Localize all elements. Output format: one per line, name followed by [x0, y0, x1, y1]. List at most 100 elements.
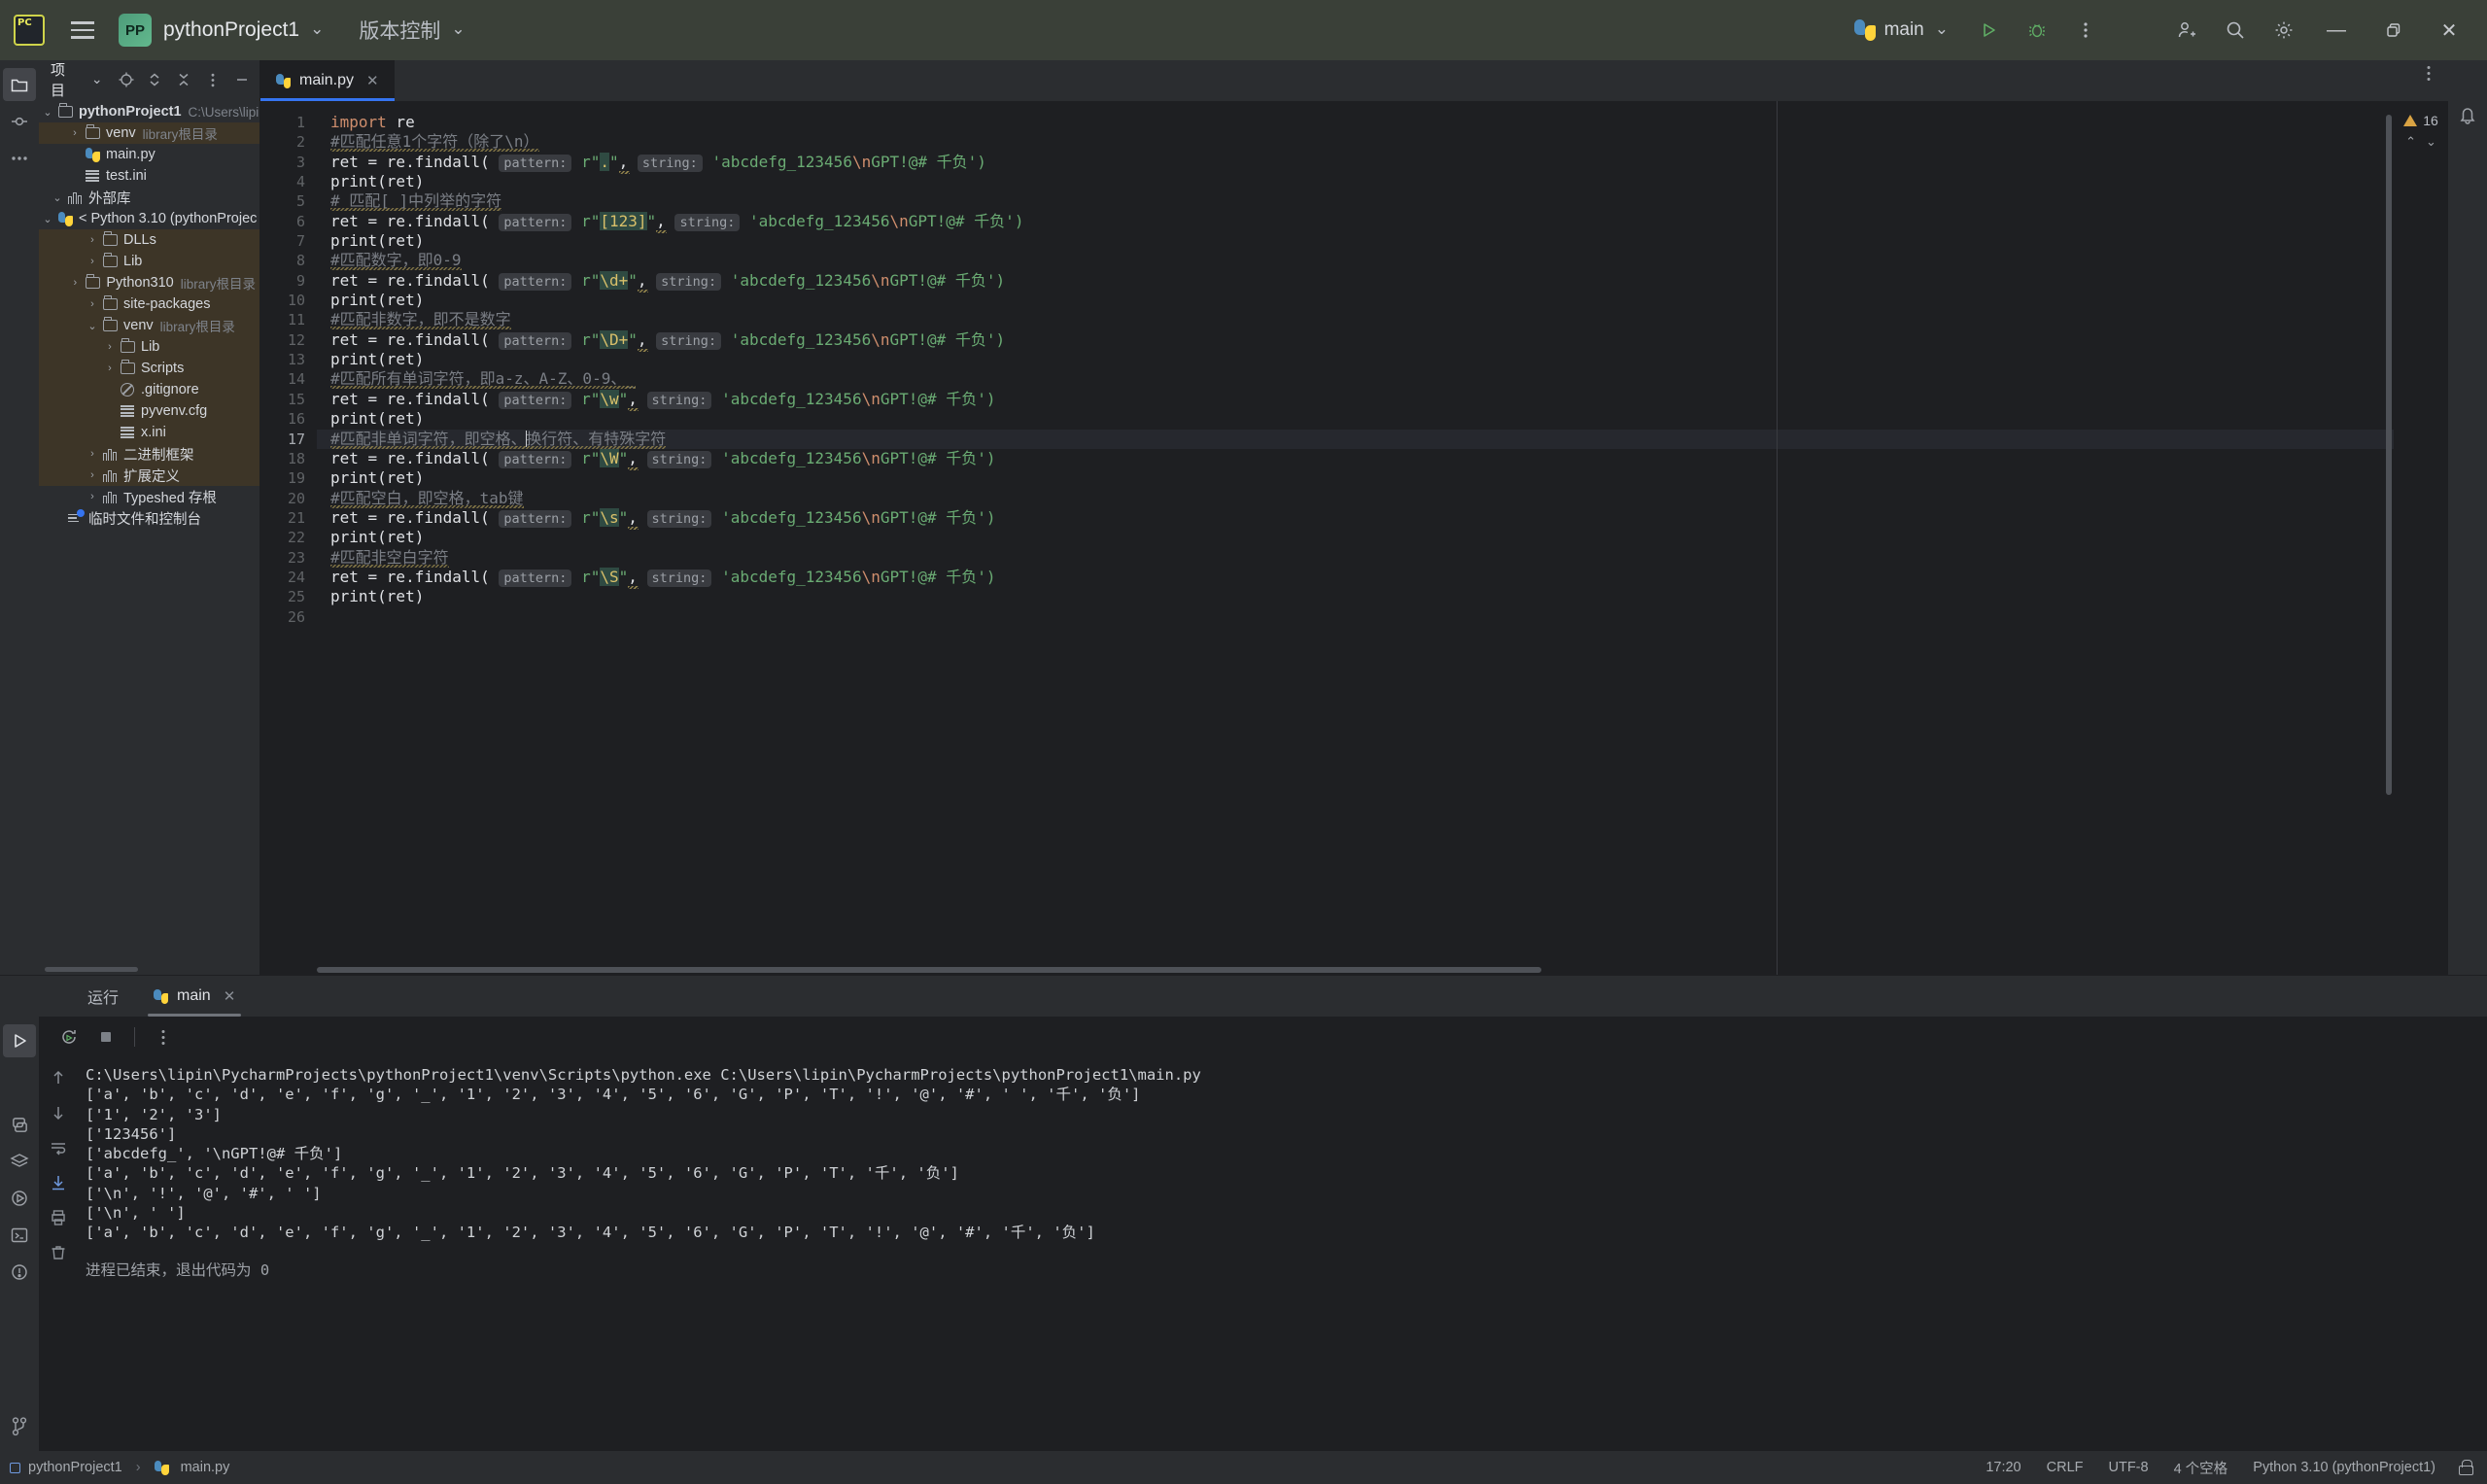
code-line-1[interactable]: import re [317, 113, 2448, 132]
terminal-icon[interactable] [3, 1219, 36, 1252]
chevron-right-icon[interactable]: › [101, 341, 119, 353]
code-line-19[interactable]: print(ret) [317, 468, 2448, 488]
tree-item-[interactable]: › 扩展定义 [39, 465, 259, 486]
code-line-9[interactable]: ret = re.findall( pattern: r"\d+", strin… [317, 270, 2448, 291]
print-icon[interactable] [46, 1205, 71, 1230]
version-control-icon[interactable] [3, 1410, 36, 1443]
hide-panel-icon[interactable] [230, 68, 254, 91]
maximize-button[interactable] [2365, 0, 2421, 60]
clear-all-icon[interactable] [46, 1240, 71, 1265]
code-content[interactable]: import re #匹配任意1个字符（除了\n） ret = re.findall… [317, 101, 2448, 975]
chevron-down-icon[interactable]: ⌄ [39, 213, 56, 225]
run-button[interactable] [1964, 8, 2013, 52]
chevron-right-icon[interactable]: › [84, 448, 101, 460]
chevron-down-icon[interactable]: ⌄ [84, 320, 101, 332]
breadcrumb-file[interactable]: main.py [181, 1460, 230, 1475]
tree-item-typeshed[interactable]: › Typeshed 存根 [39, 486, 259, 507]
tree-item-.gitignore[interactable]: .gitignore [39, 379, 259, 400]
scroll-to-end-icon[interactable] [46, 1170, 71, 1195]
chevron-right-icon[interactable]: › [84, 491, 101, 502]
inspection-widget[interactable]: 16 ⌃ ⌄ [2394, 101, 2448, 975]
arrow-up-icon[interactable] [46, 1065, 71, 1090]
console-output[interactable]: C:\Users\lipin\PycharmProjects\pythonPro… [78, 1057, 2487, 1451]
search-icon[interactable] [2211, 8, 2260, 52]
previous-problem-icon[interactable]: ⌃ [2405, 134, 2416, 150]
arrow-down-icon[interactable] [46, 1100, 71, 1125]
next-problem-icon[interactable]: ⌄ [2426, 134, 2436, 150]
indent-setting[interactable]: 4 个空格 [2161, 1458, 2241, 1478]
chevron-right-icon[interactable]: › [101, 362, 119, 374]
close-icon[interactable]: ✕ [224, 987, 236, 1005]
collapse-all-icon[interactable] [172, 68, 195, 91]
tree-item-[interactable]: ⌄ 外部库 [39, 187, 259, 208]
code-line-10[interactable]: print(ret) [317, 291, 2448, 310]
chevron-down-icon[interactable]: ⌄ [49, 191, 66, 204]
code-line-15[interactable]: ret = re.findall( pattern: r"\w", string… [317, 389, 2448, 409]
code-line-12[interactable]: ret = re.findall( pattern: r"\D+", strin… [317, 329, 2448, 350]
tree-item-main.py[interactable]: main.py [39, 144, 259, 165]
python-console-icon[interactable] [3, 1108, 36, 1141]
minimize-button[interactable]: — [2308, 0, 2365, 60]
chevron-right-icon[interactable]: › [84, 256, 101, 267]
close-button[interactable]: ✕ [2421, 0, 2477, 60]
tree-item-dlls[interactable]: › DLLs [39, 229, 259, 251]
code-line-16[interactable]: print(ret) [317, 409, 2448, 429]
code-line-25[interactable]: print(ret) [317, 587, 2448, 606]
sidebar-item-project[interactable] [3, 68, 36, 101]
code-line-2[interactable]: #匹配任意1个字符（除了\n） [317, 132, 2448, 152]
chevron-down-icon[interactable]: ⌄ [91, 71, 103, 87]
tree-item-python310[interactable]: › Python310 library根目录 [39, 272, 259, 293]
stop-icon[interactable] [89, 1022, 122, 1052]
tree-item-site-packages[interactable]: › site-packages [39, 293, 259, 315]
inspection-summary[interactable]: 16 [2403, 101, 2438, 128]
editor-vertical-scrollbar[interactable] [2386, 115, 2392, 795]
tab-main-py[interactable]: main.py ✕ [260, 60, 395, 101]
code-line-4[interactable]: print(ret) [317, 172, 2448, 191]
project-tree[interactable]: ⌄ pythonProject1 C:\Users\lipin › venv librar… [39, 99, 259, 965]
code-line-23[interactable]: #匹配非空白字符 [317, 548, 2448, 568]
editor-more-icon[interactable] [2427, 65, 2448, 96]
editor-area[interactable]: 1 2 3 4 5 6 7 8 9 10 11 12 13 14 15 16 17 18 19 20 21 22 23 24 2… [260, 101, 2448, 975]
close-icon[interactable]: ✕ [363, 72, 383, 89]
options-icon[interactable] [201, 68, 225, 91]
code-line-8[interactable]: #匹配数字，即0-9 [317, 251, 2448, 270]
select-opened-file-icon[interactable] [115, 68, 138, 91]
code-line-5[interactable]: # 匹配[ ]中列举的字符 [317, 191, 2448, 211]
tree-item-lib[interactable]: › Lib [39, 336, 259, 358]
chevron-right-icon[interactable]: › [84, 234, 101, 246]
chevron-right-icon[interactable]: › [84, 298, 101, 310]
run-configuration-selector[interactable]: main ⌄ [1853, 19, 1949, 41]
breadcrumb-project[interactable]: pythonProject1 [28, 1460, 122, 1475]
code-line-21[interactable]: ret = re.findall( pattern: r"\s", string… [317, 507, 2448, 528]
more-actions-icon[interactable] [147, 1022, 180, 1052]
tree-item-venv[interactable]: › venv library根目录 [39, 122, 259, 144]
code-line-7[interactable]: print(ret) [317, 231, 2448, 251]
run-tool-window-icon[interactable] [3, 1024, 36, 1057]
code-line-26[interactable] [317, 607, 2448, 627]
debug-button[interactable] [2013, 8, 2061, 52]
problems-icon[interactable] [3, 1256, 36, 1289]
notifications-icon[interactable] [2458, 105, 2477, 129]
tree-item-x.ini[interactable]: x.ini [39, 422, 259, 443]
code-line-11[interactable]: #匹配非数字，即不是数字 [317, 310, 2448, 329]
caret-position[interactable]: 17:20 [1973, 1460, 2033, 1475]
tree-item-venv[interactable]: ⌄ venv library根目录 [39, 315, 259, 336]
sidebar-item-commit[interactable] [3, 105, 36, 138]
main-menu-icon[interactable] [66, 14, 99, 47]
chevron-down-icon[interactable]: ⌄ [39, 106, 56, 119]
tree-item-scripts[interactable]: › Scripts [39, 358, 259, 379]
services-icon[interactable] [3, 1145, 36, 1178]
tree-item-python3.10pythonprojec[interactable]: ⌄ < Python 3.10 (pythonProjec [39, 208, 259, 229]
file-encoding[interactable]: UTF-8 [2096, 1460, 2161, 1475]
gear-icon[interactable] [2260, 8, 2308, 52]
more-actions-icon[interactable] [2061, 8, 2110, 52]
tree-item-[interactable]: › 二进制框架 [39, 443, 259, 465]
rerun-icon[interactable] [52, 1022, 86, 1052]
sidebar-item-more[interactable] [3, 142, 36, 175]
code-line-6[interactable]: ret = re.findall( pattern: r"[123]", str… [317, 211, 2448, 231]
vcs-menu-button[interactable]: 版本控制 ⌄ [324, 16, 465, 45]
tree-item-[interactable]: 临时文件和控制台 [39, 507, 259, 529]
code-line-14[interactable]: #匹配所有单词字符，即a-z、A-Z、0-9、_ [317, 369, 2448, 389]
tree-item-pythonproject1[interactable]: ⌄ pythonProject1 C:\Users\lipin [39, 101, 259, 122]
code-line-17[interactable]: #匹配非单词字符，即空格、换行符、有特殊字符 [317, 429, 2448, 449]
